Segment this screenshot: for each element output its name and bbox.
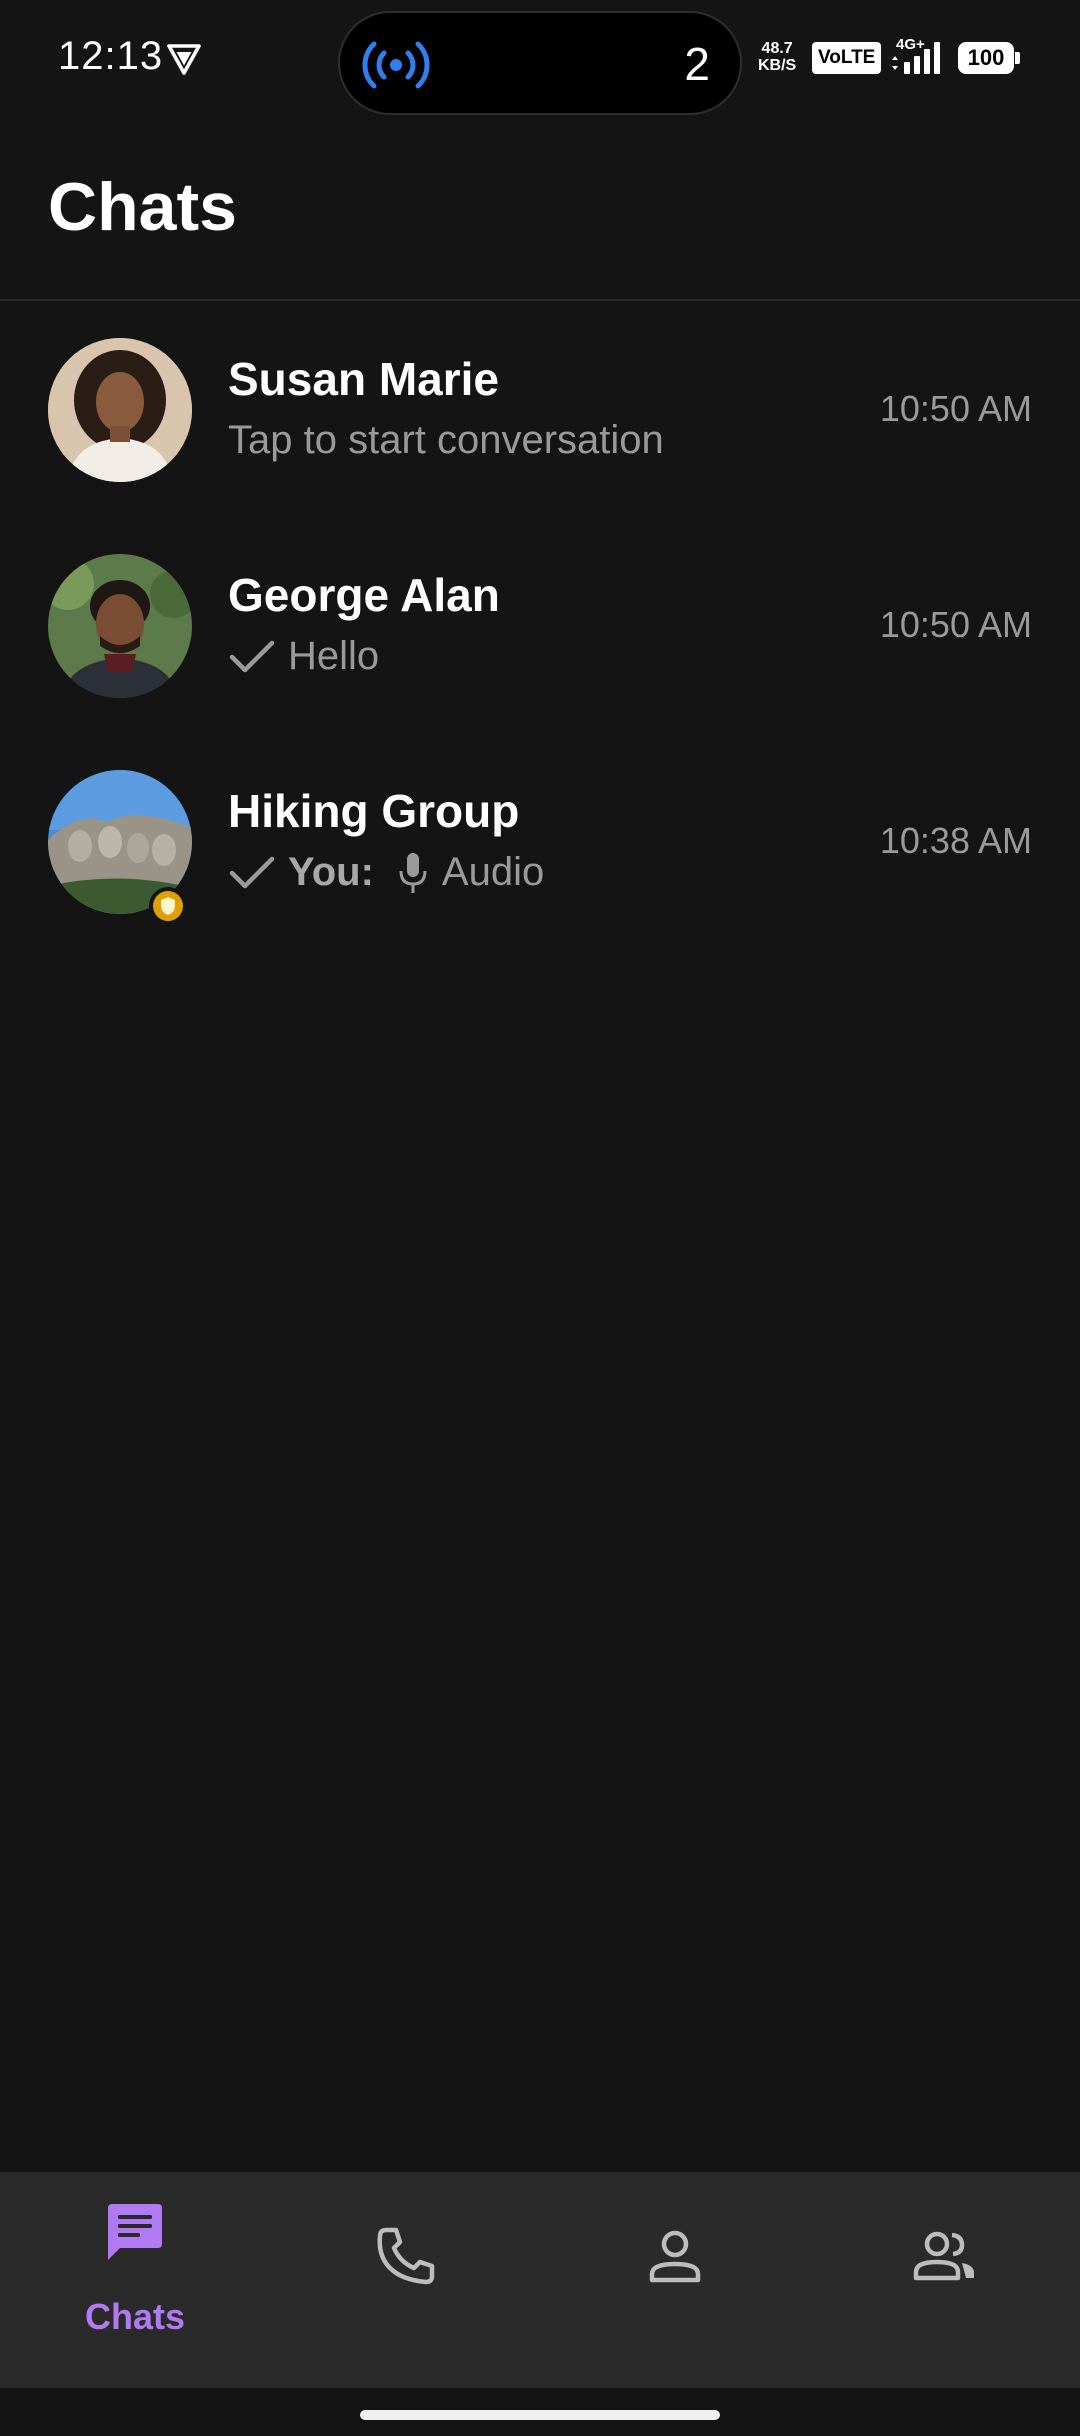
bottom-nav: Chats	[0, 2172, 1080, 2388]
signal-icon	[892, 42, 940, 74]
dynamic-island[interactable]: 2	[338, 11, 742, 115]
chat-preview-text: Hello	[288, 634, 380, 678]
people-icon	[913, 2231, 974, 2281]
chat-preview-text: Audio	[441, 850, 545, 894]
chat-preview-text: Tap to start conversation	[228, 418, 664, 462]
vpn-icon	[167, 44, 201, 75]
person-icon	[649, 2230, 701, 2283]
island-count: 2	[684, 38, 710, 90]
chat-preview: You: Audio	[228, 850, 544, 895]
chat-name: Hiking Group	[228, 785, 520, 837]
chat-item-hiking-group[interactable]: Hiking Group You: Audio 10:38 AM	[0, 752, 1080, 968]
avatar-susan-marie	[48, 338, 192, 482]
chat-name: George Alan	[228, 569, 500, 621]
chat-time: 10:50 AM	[879, 604, 1032, 645]
chat-name: Susan Marie	[228, 353, 499, 405]
phone-icon	[377, 2227, 435, 2285]
home-indicator[interactable]	[360, 2410, 720, 2420]
battery-tip	[1015, 52, 1020, 64]
page-title: Chats	[48, 169, 237, 245]
check-icon	[229, 856, 275, 888]
nav-chats-label: Chats	[84, 2296, 186, 2337]
mic-icon	[399, 852, 427, 893]
avatar-george-alan	[48, 554, 192, 698]
volte-badge: VoLTE	[812, 42, 882, 74]
chat-list: Susan Marie Tap to start conversation 10…	[0, 320, 1080, 968]
nav-groups[interactable]	[810, 2172, 1080, 2388]
chat-preview: Tap to start conversation	[228, 418, 664, 463]
chat-time: 10:50 AM	[879, 388, 1032, 429]
status-time: 12:13	[58, 34, 164, 78]
battery-icon: 100	[958, 42, 1020, 74]
chat-preview: Hello	[228, 634, 379, 679]
check-icon	[229, 640, 275, 672]
net-speed: 48.7 KB/S	[758, 40, 796, 74]
header-divider	[0, 299, 1080, 301]
chat-item-susan-marie[interactable]: Susan Marie Tap to start conversation 10…	[0, 320, 1080, 536]
net-speed-unit: KB/S	[758, 57, 797, 74]
broadcast-icon	[362, 41, 430, 89]
status-bar: 12:13 2 48.7 KB/S VoLTE 4G+ 100	[0, 0, 1080, 120]
sender-label: You:	[288, 850, 374, 894]
chat-time: 10:38 AM	[879, 820, 1032, 861]
nav-contacts[interactable]	[540, 2172, 810, 2388]
chat-icon	[108, 2204, 162, 2260]
chat-item-george-alan[interactable]: George Alan Hello 10:50 AM	[0, 536, 1080, 752]
shield-icon	[149, 887, 187, 925]
nav-calls[interactable]	[270, 2172, 540, 2388]
nav-chats[interactable]: Chats	[0, 2172, 270, 2388]
net-speed-value: 48.7	[761, 40, 793, 57]
battery-level: 100	[958, 42, 1014, 74]
